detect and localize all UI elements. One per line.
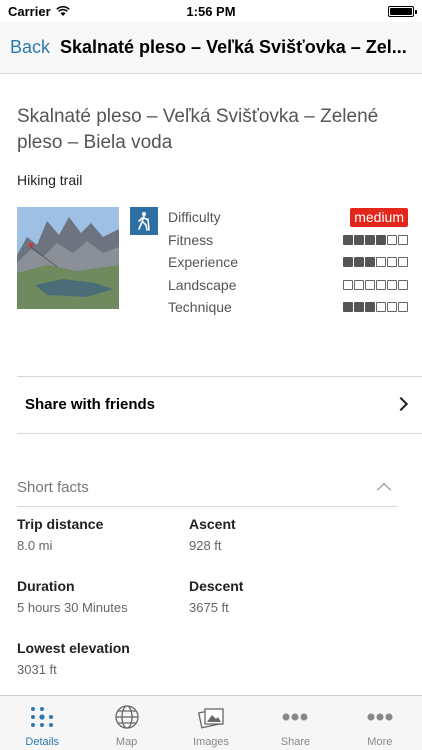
fact-value: 3031 ft (17, 662, 57, 677)
trail-type: Hiking trail (17, 172, 83, 188)
rating-landscape: Landscape (168, 274, 408, 297)
details-grid-icon (27, 704, 57, 730)
tab-more[interactable]: More (338, 696, 422, 750)
difficulty-badge: medium (350, 207, 408, 227)
rating-dot-empty (387, 234, 397, 245)
page-title: Skalnaté pleso – Veľká Svišťovka – Zel..… (60, 37, 407, 57)
tab-details[interactable]: Details (0, 696, 84, 750)
chevron-right-icon (393, 396, 409, 412)
rating-dot-empty (376, 279, 386, 290)
rating-label: Fitness (168, 231, 214, 248)
rating-dots (343, 257, 408, 268)
rating-dot-filled (365, 234, 375, 245)
tab-label: Images (192, 736, 230, 748)
rating-dot-filled (365, 257, 375, 268)
fact-descent: Descent 3675 ft (189, 578, 243, 615)
rating-dot-empty (387, 257, 397, 268)
tab-label: More (367, 736, 393, 748)
divider (17, 506, 397, 507)
fact-lowest-elevation: Lowest elevation 3031 ft (17, 640, 130, 677)
rating-experience: Experience (168, 251, 408, 274)
rating-dot-empty (365, 279, 375, 290)
back-button[interactable]: Back (10, 37, 50, 58)
share-dots-icon (280, 704, 310, 730)
rating-dot-empty (398, 234, 408, 245)
fact-label: Duration (17, 578, 75, 594)
fact-value: 8.0 mi (17, 538, 53, 553)
rating-dot-filled (365, 302, 375, 313)
rating-dot-filled (343, 257, 353, 268)
rating-dot-empty (376, 302, 386, 313)
rating-dots (343, 302, 408, 313)
images-icon (196, 704, 226, 730)
rating-dot-filled (343, 302, 353, 313)
fact-label: Descent (189, 578, 244, 594)
rating-dot-empty (354, 279, 364, 290)
trail-title: Skalnaté pleso – Veľká Svišťovka – Zelen… (17, 106, 379, 153)
details-content[interactable]: Skalnaté pleso – Veľká Svišťovka – Zelen… (0, 74, 422, 695)
battery-icon (388, 6, 417, 17)
tab-label: Map (115, 736, 138, 748)
navigation-bar: Back Skalnaté pleso – Veľká Svišťovka – … (0, 22, 422, 74)
rating-dot-empty (387, 302, 397, 313)
tab-images[interactable]: Images (169, 696, 253, 750)
status-bar: Carrier 1:56 PM (0, 0, 422, 22)
fact-value: 928 ft (189, 538, 222, 553)
fact-ascent: Ascent 928 ft (189, 516, 236, 553)
fact-duration: Duration 5 hours 30 Minutes (17, 578, 128, 615)
fact-value: 5 hours 30 Minutes (17, 600, 128, 615)
rating-dot-filled (354, 234, 364, 245)
more-dots-icon (365, 704, 395, 730)
fact-label: Ascent (189, 516, 236, 532)
fact-value: 3675 ft (189, 600, 229, 615)
trail-photo[interactable] (17, 207, 119, 309)
rating-dot-filled (376, 234, 386, 245)
fact-label: Lowest elevation (17, 640, 130, 656)
rating-label: Difficulty (168, 209, 221, 226)
rating-dot-filled (354, 257, 364, 268)
share-with-friends-row[interactable]: Share with friends (0, 377, 422, 433)
tab-bar: Details Map Images Share More (0, 695, 422, 750)
short-facts-header[interactable]: Short facts (17, 479, 397, 505)
rating-dots (343, 279, 408, 290)
rating-dot-empty (398, 302, 408, 313)
status-time: 1:56 PM (186, 4, 236, 19)
rating-dot-empty (376, 257, 386, 268)
globe-icon (112, 704, 142, 730)
fact-label: Trip distance (17, 516, 104, 532)
tab-map[interactable]: Map (84, 696, 168, 750)
rating-dot-filled (354, 302, 364, 313)
rating-technique: Technique (168, 296, 408, 319)
rating-dots (343, 234, 408, 245)
tab-label: Details (25, 736, 60, 748)
rating-label: Landscape (168, 276, 237, 293)
rating-dot-filled (343, 234, 353, 245)
rating-fitness: Fitness (168, 229, 408, 252)
tab-label: Share (280, 736, 311, 748)
rating-label: Experience (168, 254, 239, 271)
rating-label: Technique (168, 299, 232, 316)
ratings-list: Difficulty medium Fitness Experience Lan… (168, 206, 408, 319)
rating-dot-empty (387, 279, 397, 290)
share-label: Share with friends (25, 396, 156, 413)
rating-dot-empty (398, 279, 408, 290)
hiking-icon (130, 207, 158, 235)
fact-trip-distance: Trip distance 8.0 mi (17, 516, 103, 553)
chevron-up-icon[interactable] (376, 482, 392, 498)
rating-dot-empty (343, 279, 353, 290)
divider (17, 433, 422, 434)
rating-difficulty: Difficulty medium (168, 206, 408, 229)
short-facts-heading: Short facts (17, 479, 89, 496)
rating-dot-empty (398, 257, 408, 268)
tab-share[interactable]: Share (253, 696, 337, 750)
